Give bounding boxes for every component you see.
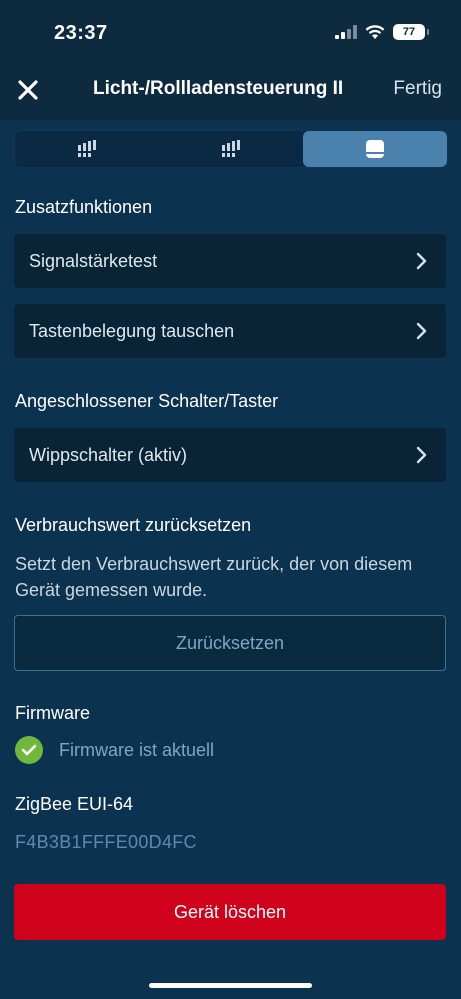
tab-device-1[interactable] bbox=[15, 131, 159, 167]
checkmark-icon bbox=[15, 736, 43, 764]
status-time: 23:37 bbox=[54, 22, 108, 44]
reset-consumption-heading: Verbrauchswert zurücksetzen bbox=[15, 515, 252, 535]
close-icon[interactable] bbox=[16, 78, 40, 102]
device-icon-2 bbox=[222, 140, 240, 157]
home-indicator[interactable] bbox=[149, 983, 312, 988]
status-icons: 77 bbox=[335, 24, 429, 40]
reset-consumption-description: Setzt den Verbrauchswert zurück, der von… bbox=[15, 554, 413, 600]
page-title: Licht-/Rollladensteuerung II bbox=[93, 78, 344, 99]
cellular-signal-icon bbox=[335, 25, 357, 39]
chevron-right-icon bbox=[416, 252, 427, 270]
tab-device-2[interactable] bbox=[159, 131, 303, 167]
signal-strength-test-row[interactable]: Signalstärketest bbox=[14, 234, 446, 288]
delete-device-button[interactable]: Gerät löschen bbox=[14, 884, 446, 940]
signal-strength-test-label: Signalstärketest bbox=[29, 250, 158, 271]
swap-button-assignment-row[interactable]: Tastenbelegung tauschen bbox=[14, 304, 446, 358]
connected-switch-heading: Angeschlossener Schalter/Taster bbox=[15, 391, 279, 411]
device-icon-1 bbox=[78, 140, 96, 157]
wifi-icon bbox=[365, 24, 385, 39]
nav-bar: Licht-/Rollladensteuerung II Fertig bbox=[0, 70, 461, 120]
swap-button-assignment-label: Tastenbelegung tauschen bbox=[29, 320, 235, 341]
chevron-right-icon bbox=[416, 322, 427, 340]
connected-switch-value: Wippschalter (aktiv) bbox=[29, 444, 188, 465]
zigbee-heading: ZigBee EUI-64 bbox=[15, 794, 134, 814]
chevron-right-icon bbox=[416, 446, 427, 464]
firmware-status-text: Firmware ist aktuell bbox=[59, 739, 215, 760]
connected-switch-row[interactable]: Wippschalter (aktiv) bbox=[14, 428, 446, 482]
firmware-status: Firmware ist aktuell bbox=[15, 736, 214, 764]
done-button[interactable]: Fertig bbox=[393, 78, 442, 100]
reset-button[interactable]: Zurücksetzen bbox=[14, 615, 446, 671]
battery-indicator: 77 bbox=[393, 24, 429, 40]
tab-device-settings[interactable] bbox=[303, 131, 447, 167]
status-bar: 23:37 77 bbox=[0, 0, 461, 70]
tab-bar bbox=[14, 130, 448, 168]
zigbee-eui-value: F4B3B1FFFE00D4FC bbox=[15, 832, 197, 852]
firmware-heading: Firmware bbox=[15, 703, 90, 723]
device-settings-icon bbox=[366, 140, 384, 158]
extras-heading: Zusatzfunktionen bbox=[15, 197, 153, 217]
